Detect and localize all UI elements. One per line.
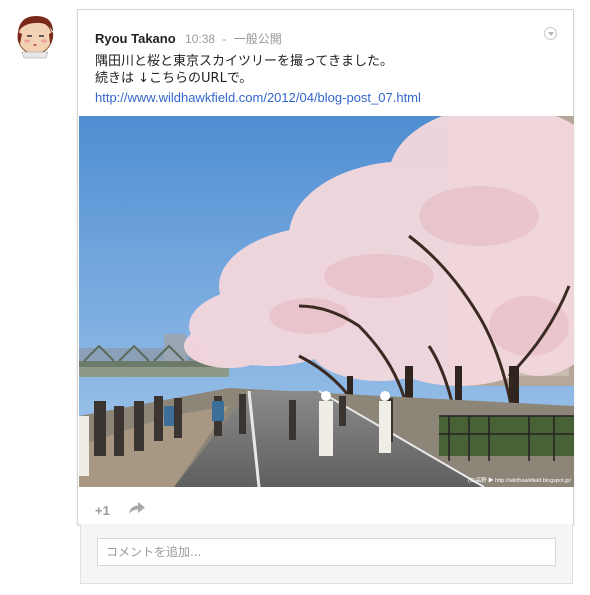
post-text-line-2: 続きは ↓こちらのURLで。 bbox=[95, 71, 253, 86]
post-card: Ryou Takano 10:38 - 一般公開 隅田川と桜と東京スカイツリーを… bbox=[77, 9, 574, 525]
post-menu-chevron-icon[interactable] bbox=[544, 27, 557, 40]
stream-view: Ryou Takano 10:38 - 一般公開 隅田川と桜と東京スカイツリーを… bbox=[0, 0, 590, 595]
post-link[interactable]: http://www.wildhawkfield.com/2012/04/blo… bbox=[95, 89, 421, 106]
comment-input[interactable]: コメントを追加... bbox=[97, 538, 556, 566]
author-name[interactable]: Ryou Takano bbox=[95, 31, 176, 46]
header-separator: - bbox=[222, 32, 227, 46]
post-photo[interactable]: (C)高野 ▶ http://wildhawkfield.blogspot.jp… bbox=[79, 116, 574, 487]
plus-one-button[interactable]: +1 bbox=[95, 503, 110, 518]
action-bar: +1 bbox=[95, 500, 146, 520]
post-body: 隅田川と桜と東京スカイツリーを撮ってきました。 続きは ↓こちらのURLで。 h… bbox=[95, 53, 555, 107]
post-time[interactable]: 10:38 bbox=[185, 32, 215, 46]
share-icon[interactable] bbox=[128, 501, 146, 520]
visibility-label[interactable]: 一般公開 bbox=[234, 32, 282, 46]
post-text-line-1: 隅田川と桜と東京スカイツリーを撮ってきました。 bbox=[95, 54, 393, 69]
avatar[interactable] bbox=[10, 10, 60, 60]
comment-area: コメントを追加... bbox=[80, 524, 573, 584]
photo-watermark: (C)高野 ▶ http://wildhawkfield.blogspot.jp… bbox=[468, 476, 571, 484]
post-header: Ryou Takano 10:38 - 一般公開 bbox=[95, 30, 282, 47]
